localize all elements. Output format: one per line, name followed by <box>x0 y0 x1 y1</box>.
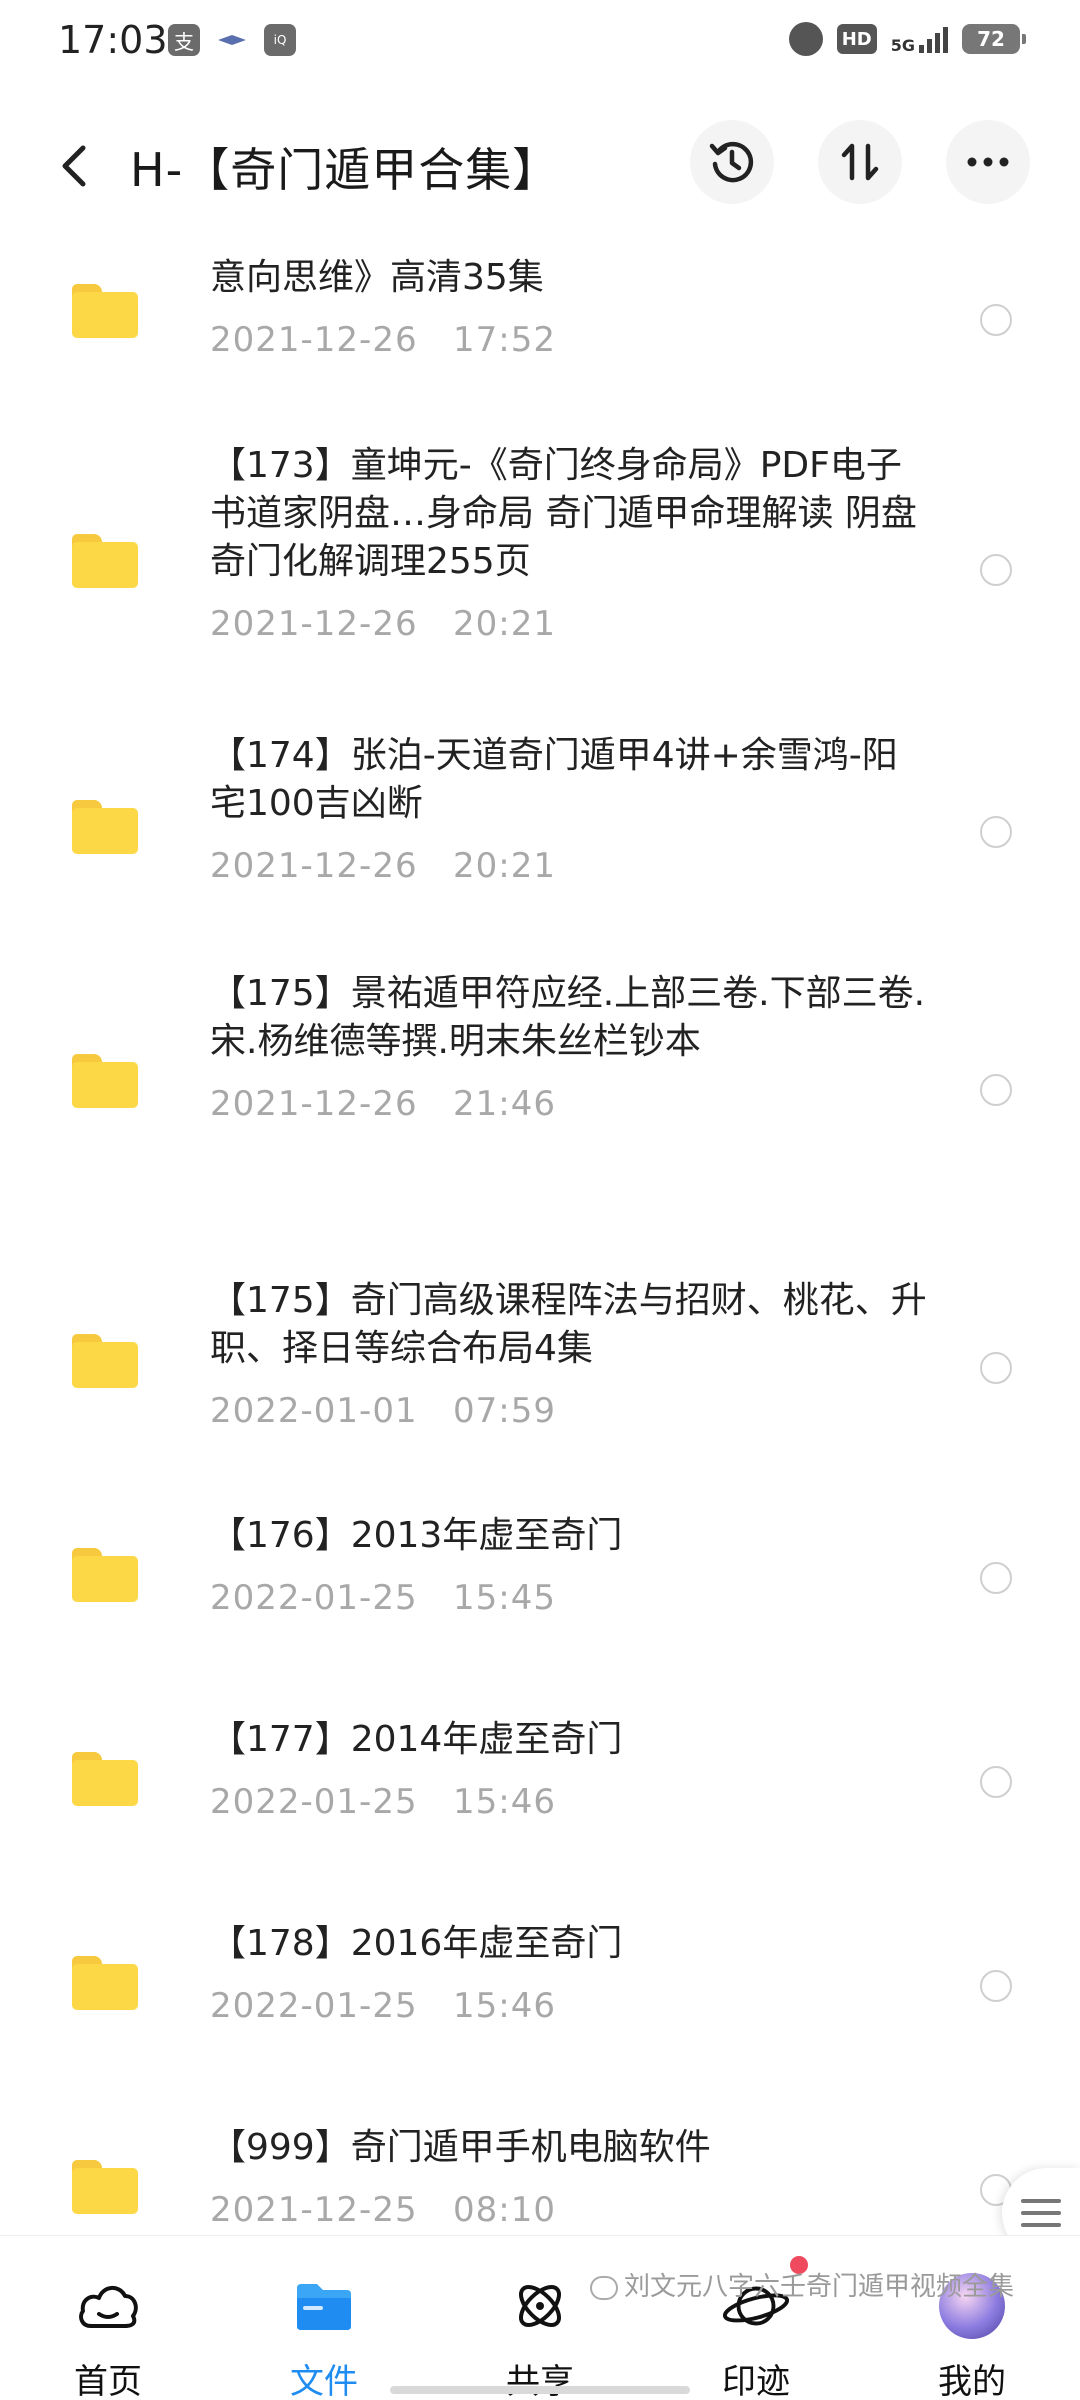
file-row[interactable]: 【175】奇门高级课程阵法与招财、桃花、升职、择日等综合布局4集 2022-01… <box>0 1242 1080 1482</box>
sort-button[interactable] <box>818 120 902 204</box>
folder-icon <box>72 2160 138 2214</box>
chevron-left-icon <box>62 145 86 187</box>
file-name: 【177】2014年虚至奇门 <box>210 1719 623 1760</box>
file-date: 2021-12-25 08:10 <box>210 2190 556 2230</box>
hd-icon: HD <box>836 24 877 54</box>
select-checkbox[interactable] <box>980 1970 1012 2002</box>
nav-share[interactable]: 共享 <box>450 2236 630 2400</box>
file-date: 2021-12-26 20:21 <box>210 846 556 886</box>
watermark-text: 刘文元八字六壬奇门遁甲视频全集 <box>624 2272 1015 2302</box>
file-date: 2022-01-25 15:46 <box>210 1986 556 2026</box>
file-date: 2022-01-25 15:46 <box>210 1782 556 1822</box>
file-row[interactable]: 【175】景祐遁甲符应经.上部三卷.下部三卷.宋.杨维德等撰.明末朱丝栏钞本 2… <box>0 972 1080 1262</box>
home-indicator <box>390 2386 690 2394</box>
select-checkbox[interactable] <box>980 304 1012 336</box>
network-type: 5G <box>890 36 915 55</box>
file-date: 2021-12-26 20:21 <box>210 604 556 644</box>
folder-icon <box>72 800 138 854</box>
sort-icon <box>841 143 879 181</box>
file-name: 【999】奇门遁甲手机电脑软件 <box>210 2127 711 2168</box>
select-checkbox[interactable] <box>980 1352 1012 1384</box>
nav-label: 首页 <box>74 2362 142 2400</box>
folder-icon <box>72 1752 138 1806</box>
history-icon <box>709 141 754 183</box>
alarm-icon <box>788 22 823 56</box>
folder-icon <box>72 1054 138 1108</box>
status-app-icons: 支 iQ <box>168 24 296 56</box>
file-row[interactable]: 【177】2014年虚至奇门 2022-01-25 15:46 <box>0 1686 1080 1890</box>
file-name: 【173】童坤元-《奇门终身命局》PDF电子书道家阴盘…身命局 奇门遁甲命理解读… <box>210 445 917 582</box>
nav-mine[interactable]: 我的 <box>882 2236 1062 2400</box>
select-checkbox[interactable] <box>980 1766 1012 1798</box>
file-name: 意向思维》高清35集 <box>210 257 544 298</box>
folder-icon <box>289 2271 359 2341</box>
folder-icon <box>72 534 138 588</box>
file-row[interactable]: 【999】奇门遁甲手机电脑软件 2021-12-25 08:10 <box>0 2094 1080 2235</box>
bottom-nav: 首页 文件 共享 印迹 我的 <box>0 2235 1080 2400</box>
file-row[interactable]: 【174】张泊-天道奇门遁甲4讲+余雪鸿-阳宅100吉凶断 2021-12-26… <box>0 712 1080 972</box>
file-name: 【174】张泊-天道奇门遁甲4讲+余雪鸿-阳宅100吉凶断 <box>210 735 898 824</box>
watermark: 刘文元八字六壬奇门遁甲视频全集 <box>590 2266 1014 2303</box>
status-bar: 17:03 支 iQ HD 5G 72 <box>0 0 1080 84</box>
cloud-icon <box>73 2271 143 2341</box>
file-row[interactable]: 意向思维》高清35集 2021-12-26 17:52 <box>0 222 1080 422</box>
select-checkbox[interactable] <box>980 554 1012 586</box>
folder-icon <box>72 1956 138 2010</box>
share-orbit-icon <box>505 2271 575 2341</box>
file-list[interactable]: 意向思维》高清35集 2021-12-26 17:52 【173】童坤元-《奇门… <box>0 222 1080 2235</box>
page-title: H-【奇门遁甲合集】 <box>130 143 560 197</box>
more-dots-icon <box>967 157 1009 167</box>
select-checkbox[interactable] <box>980 1074 1012 1106</box>
nav-home[interactable]: 首页 <box>18 2236 198 2400</box>
wechat-icon <box>590 2275 618 2300</box>
file-date: 2022-01-25 15:45 <box>210 1578 556 1618</box>
file-row[interactable]: 【173】童坤元-《奇门终身命局》PDF电子书道家阴盘…身命局 奇门遁甲命理解读… <box>0 422 1080 712</box>
file-row[interactable]: 【178】2016年虚至奇门 2022-01-25 15:46 <box>0 1890 1080 2094</box>
file-name: 【178】2016年虚至奇门 <box>210 1923 623 1964</box>
status-right: HD 5G 72 <box>788 22 1026 56</box>
file-date: 2021-12-26 21:46 <box>210 1084 556 1124</box>
nav-files[interactable]: 文件 <box>234 2236 414 2400</box>
select-checkbox[interactable] <box>980 816 1012 848</box>
status-time: 17:03 <box>58 18 168 62</box>
folder-icon <box>72 1548 138 1602</box>
more-button[interactable] <box>946 120 1030 204</box>
history-button[interactable] <box>690 120 774 204</box>
signal-icon: 5G <box>890 25 948 55</box>
alipay-icon: 支 <box>168 24 200 56</box>
file-date: 2021-12-26 17:52 <box>210 320 556 360</box>
iqiyi-icon: iQ <box>264 24 296 56</box>
file-name: 【175】奇门高级课程阵法与招财、桃花、升职、择日等综合布局4集 <box>210 1280 927 1369</box>
nav-label: 我的 <box>938 2362 1006 2400</box>
select-checkbox[interactable] <box>980 1562 1012 1594</box>
back-button[interactable] <box>44 136 104 196</box>
file-row[interactable]: 【176】2013年虚至奇门 2022-01-25 15:45 <box>0 1482 1080 1686</box>
file-date: 2022-01-01 07:59 <box>210 1391 556 1431</box>
nav-traces[interactable]: 印迹 <box>666 2236 846 2400</box>
nav-label: 印迹 <box>722 2362 790 2400</box>
battery-icon: 72 <box>962 24 1026 54</box>
folder-icon <box>72 284 138 338</box>
notification-app-icon <box>216 24 248 56</box>
file-name: 【175】景祐遁甲符应经.上部三卷.下部三卷.宋.杨维德等撰.明末朱丝栏钞本 <box>210 973 926 1062</box>
nav-label: 文件 <box>290 2362 358 2400</box>
folder-icon <box>72 1334 138 1388</box>
header: H-【奇门遁甲合集】 <box>0 110 1080 220</box>
file-name: 【176】2013年虚至奇门 <box>210 1515 623 1556</box>
